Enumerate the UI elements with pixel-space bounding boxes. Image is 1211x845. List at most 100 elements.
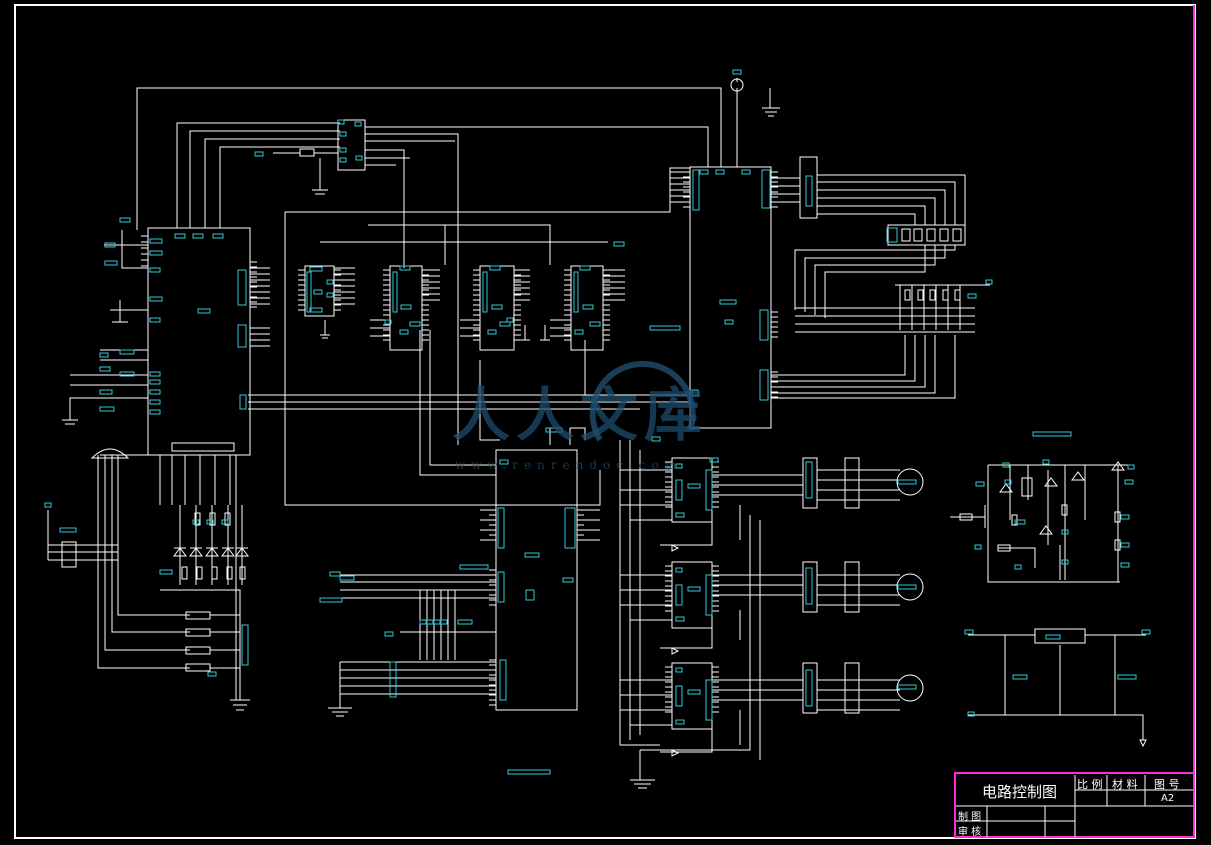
- led-array: [173, 547, 249, 557]
- component-tag: [525, 589, 535, 601]
- component-tag: [497, 571, 505, 603]
- connector-m1a: [802, 457, 818, 509]
- component-tag: [759, 309, 769, 341]
- connector-m3b: [844, 662, 860, 714]
- component-tag: [715, 169, 725, 175]
- component-tag: [574, 329, 584, 335]
- component-tag: [761, 169, 771, 209]
- component-tag: [192, 233, 204, 239]
- component-tag: [1032, 431, 1072, 437]
- component-tag: [805, 567, 813, 605]
- component-tag: [99, 406, 115, 412]
- component-tag: [649, 325, 681, 331]
- component-tag: [1042, 459, 1050, 465]
- component-tag: [99, 366, 111, 372]
- component-tag: [409, 321, 421, 327]
- component-tag: [692, 169, 700, 211]
- component-tag: [399, 329, 409, 335]
- row-checked: 审 核: [958, 827, 982, 838]
- component-tag: [239, 394, 247, 410]
- component-tag: [897, 479, 917, 485]
- component-tag: [582, 304, 594, 310]
- motor-2: [896, 573, 924, 601]
- component-tag: [741, 169, 751, 175]
- component-tag: [499, 321, 511, 327]
- component-tag: [491, 304, 503, 310]
- component-tag: [339, 147, 347, 153]
- component-tag: [392, 271, 398, 313]
- drawing-title: 电路控制图: [982, 783, 1058, 801]
- component-tag: [687, 483, 701, 489]
- component-tag: [326, 292, 334, 298]
- component-tag: [507, 769, 551, 775]
- motor-3: [896, 674, 924, 702]
- component-tag: [149, 317, 161, 323]
- component-tag: [675, 667, 683, 673]
- component-tag: [457, 619, 473, 625]
- edge-connector-left: [61, 541, 77, 568]
- component-tag: [119, 349, 135, 355]
- component-tag: [675, 616, 685, 622]
- mcu-bottom: [495, 449, 578, 711]
- component-tag: [964, 629, 974, 635]
- resistor-top: [299, 148, 315, 157]
- ic-u5: [570, 265, 604, 351]
- component-tag: [573, 271, 579, 313]
- component-tag: [400, 304, 412, 310]
- component-tag: [149, 409, 161, 415]
- row-drawn: 制 图: [958, 812, 982, 823]
- component-tag: [675, 479, 683, 501]
- component-tag: [506, 317, 514, 323]
- component-tag: [254, 151, 264, 157]
- component-tag: [426, 619, 434, 625]
- component-tag: [687, 689, 701, 695]
- header-drawing-number: 图 号: [1154, 778, 1180, 791]
- component-tag: [384, 631, 394, 637]
- component-tag: [524, 552, 540, 558]
- component-tag: [149, 399, 161, 405]
- component-tag: [1045, 634, 1061, 640]
- component-tag: [805, 461, 813, 499]
- sheet-size: A2: [1161, 793, 1175, 804]
- component-tag: [1014, 564, 1022, 570]
- component-tag: [104, 260, 118, 266]
- component-tag: [119, 217, 131, 223]
- component-tag: [724, 319, 734, 325]
- pullup-resistors-right: [904, 289, 961, 301]
- component-tag: [319, 597, 343, 603]
- component-tag: [675, 685, 683, 707]
- component-tag: [974, 544, 982, 550]
- component-tag: [159, 569, 173, 575]
- component-tag: [564, 507, 576, 549]
- component-tag: [967, 293, 977, 299]
- component-tag: [1127, 464, 1135, 470]
- component-tag: [459, 564, 489, 570]
- component-tag: [499, 659, 507, 701]
- component-tag: [579, 265, 591, 271]
- component-tag: [1117, 674, 1137, 680]
- component-tag: [705, 574, 713, 616]
- component-tag: [433, 619, 441, 625]
- component-tag: [687, 586, 701, 592]
- component-tag: [212, 233, 224, 239]
- component-tag: [355, 155, 363, 161]
- watermark-logo-text: 人人文库: [452, 381, 709, 449]
- component-tag: [759, 369, 769, 401]
- component-tag: [339, 131, 347, 137]
- component-tag: [339, 575, 355, 581]
- watermark-url: www.renrendoc.com: [455, 458, 683, 472]
- component-tag: [705, 469, 713, 511]
- component-tag: [309, 266, 323, 272]
- component-tag: [675, 512, 685, 518]
- component-tag: [705, 679, 713, 721]
- component-tag: [489, 265, 501, 271]
- component-tag: [149, 371, 161, 377]
- component-tag: [487, 329, 497, 335]
- component-tag: [985, 279, 993, 285]
- component-tag: [149, 267, 161, 273]
- component-tag: [440, 619, 448, 625]
- ic-u3: [389, 265, 423, 351]
- component-tag: [44, 502, 52, 508]
- motor-1: [896, 468, 924, 496]
- component-tag: [482, 271, 488, 313]
